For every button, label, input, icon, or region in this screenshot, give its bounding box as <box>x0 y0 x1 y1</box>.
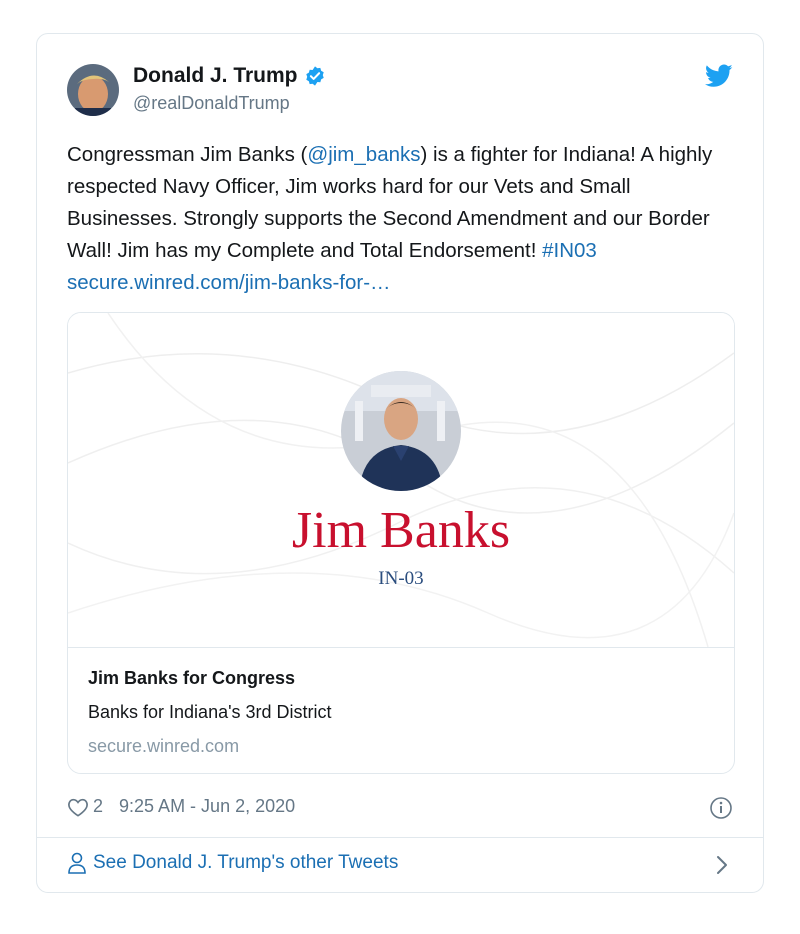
chevron-right-icon[interactable] <box>715 854 729 876</box>
like-count[interactable]: 2 <box>93 796 103 817</box>
other-tweets-link[interactable]: See Donald J. Trump's other Tweets <box>67 852 398 874</box>
card-info: Jim Banks for Congress Banks for Indiana… <box>68 647 734 773</box>
person-icon <box>68 852 86 874</box>
url-link[interactable]: secure.winred.com/jim-banks-for-… <box>67 271 391 294</box>
author-name[interactable]: Donald J. Trump <box>133 64 298 88</box>
card-title: Jim Banks for Congress <box>88 668 296 688</box>
tweet-embed: Donald J. Trump @realDonaldTrump Congres… <box>36 33 764 893</box>
heart-icon[interactable] <box>67 797 89 817</box>
timestamp[interactable]: 9:25 AM - Jun 2, 2020 <box>119 796 295 817</box>
tweet-text-part-1: Congressman Jim Banks ( <box>67 143 308 166</box>
tweet-text: Congressman Jim Banks (@jim_banks) is a … <box>67 139 739 299</box>
mention-link[interactable]: @jim_banks <box>307 143 420 166</box>
card-candidate-name: Jim Banks <box>291 502 511 559</box>
link-card[interactable]: Jim Banks IN-03 Jim Banks for Congress B… <box>67 312 735 774</box>
card-description: Banks for Indiana's 3rd District <box>88 702 332 722</box>
card-domain: secure.winred.com <box>88 736 240 756</box>
footer-divider <box>37 837 763 838</box>
author-handle[interactable]: @realDonaldTrump <box>133 93 290 114</box>
info-icon[interactable] <box>709 796 733 820</box>
candidate-photo <box>341 371 461 491</box>
tweet-meta: 2 9:25 AM - Jun 2, 2020 <box>67 796 295 817</box>
author-avatar[interactable] <box>67 64 119 116</box>
other-tweets-label[interactable]: See Donald J. Trump's other Tweets <box>93 852 398 874</box>
hashtag-link[interactable]: #IN03 <box>542 239 597 262</box>
card-district: IN-03 <box>378 568 424 589</box>
card-media: Jim Banks IN-03 <box>68 313 734 647</box>
twitter-bird-icon[interactable] <box>705 64 733 88</box>
verified-badge-icon <box>305 66 324 86</box>
